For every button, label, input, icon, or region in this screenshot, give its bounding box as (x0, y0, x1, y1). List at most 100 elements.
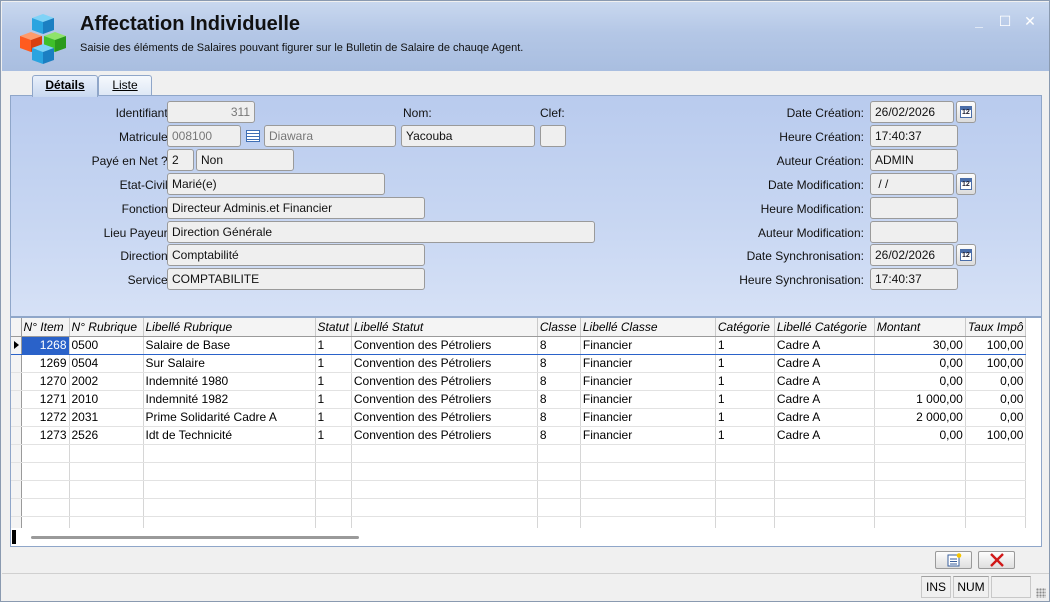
prenom-field[interactable]: Yacouba (401, 125, 535, 147)
cell-libelle-statut[interactable]: Convention des Pétroliers (351, 390, 538, 409)
empty-cell[interactable] (774, 498, 875, 517)
fonction-field[interactable]: Directeur Adminis.et Financier (167, 197, 425, 219)
empty-row[interactable] (11, 480, 1027, 499)
cell-categorie[interactable]: 1 (715, 426, 775, 445)
cell-rubrique[interactable]: 2010 (69, 390, 144, 409)
cell-taux[interactable]: 0,00 (965, 390, 1027, 409)
empty-cell[interactable] (874, 462, 966, 481)
cell-item[interactable]: 1270 (21, 372, 70, 391)
cell-libelle-classe[interactable]: Financier (580, 426, 716, 445)
cell-rubrique[interactable]: 0504 (69, 354, 144, 373)
empty-cell[interactable] (965, 462, 1027, 481)
maximize-button[interactable]: ☐ (996, 12, 1014, 30)
cell-classe[interactable]: 8 (537, 372, 581, 391)
empty-cell[interactable] (715, 444, 775, 463)
service-field[interactable]: COMPTABILITE (167, 268, 425, 290)
cell-item[interactable]: 1272 (21, 408, 70, 427)
empty-cell[interactable] (537, 462, 581, 481)
cell-libelle-statut[interactable]: Convention des Pétroliers (351, 335, 538, 355)
cell-categorie[interactable]: 1 (715, 335, 775, 355)
column-header-libelle-categorie[interactable]: Libellé Catégorie (774, 318, 875, 337)
empty-cell[interactable] (315, 480, 352, 499)
column-header-libelle-statut[interactable]: Libellé Statut (351, 318, 538, 337)
date-modification-calendar-button[interactable] (956, 173, 976, 195)
date-synchronisation-calendar-button[interactable] (956, 244, 976, 266)
empty-cell[interactable] (874, 498, 966, 517)
empty-cell[interactable] (69, 444, 144, 463)
cell-libelle-rubrique[interactable]: Indemnité 1980 (143, 372, 316, 391)
cell-montant[interactable]: 0,00 (874, 372, 966, 391)
cell-montant[interactable]: 30,00 (874, 335, 966, 355)
empty-cell[interactable] (537, 498, 581, 517)
cell-classe[interactable]: 8 (537, 390, 581, 409)
cell-libelle-categorie[interactable]: Cadre A (774, 335, 875, 355)
horizontal-scrollbar[interactable] (11, 528, 1041, 546)
row-indicator[interactable] (11, 335, 22, 355)
empty-cell[interactable] (965, 480, 1027, 499)
cell-libelle-rubrique[interactable]: Idt de Technicité (143, 426, 316, 445)
cell-libelle-classe[interactable]: Financier (580, 335, 716, 355)
empty-cell[interactable] (715, 480, 775, 499)
cell-libelle-classe[interactable]: Financier (580, 372, 716, 391)
cell-libelle-classe[interactable]: Financier (580, 390, 716, 409)
empty-cell[interactable] (143, 444, 316, 463)
column-header-libelle-classe[interactable]: Libellé Classe (580, 318, 716, 337)
cell-taux[interactable]: 100,00 (965, 335, 1027, 355)
empty-cell[interactable] (965, 498, 1027, 517)
cell-libelle-categorie[interactable]: Cadre A (774, 372, 875, 391)
cell-montant[interactable]: 0,00 (874, 354, 966, 373)
empty-row[interactable] (11, 462, 1027, 481)
empty-cell[interactable] (874, 480, 966, 499)
cell-statut[interactable]: 1 (315, 426, 352, 445)
date-creation-field[interactable]: 26/02/2026 (870, 101, 954, 123)
cell-categorie[interactable]: 1 (715, 372, 775, 391)
row-indicator[interactable] (11, 390, 22, 409)
cell-item[interactable]: 1271 (21, 390, 70, 409)
cell-libelle-statut[interactable]: Convention des Pétroliers (351, 408, 538, 427)
empty-cell[interactable] (143, 480, 316, 499)
paye-en-net-code-field[interactable]: 2 (167, 149, 194, 171)
cell-montant[interactable]: 2 000,00 (874, 408, 966, 427)
empty-cell[interactable] (965, 444, 1027, 463)
cell-item[interactable]: 1269 (21, 354, 70, 373)
column-header-classe[interactable]: Classe (537, 318, 581, 337)
cell-montant[interactable]: 1 000,00 (874, 390, 966, 409)
cell-classe[interactable]: 8 (537, 408, 581, 427)
empty-cell[interactable] (21, 480, 70, 499)
clef-field[interactable] (540, 125, 566, 147)
cell-rubrique[interactable]: 2526 (69, 426, 144, 445)
cell-statut[interactable]: 1 (315, 372, 352, 391)
auteur-modification-field[interactable] (870, 221, 958, 243)
cell-categorie[interactable]: 1 (715, 354, 775, 373)
cell-libelle-categorie[interactable]: Cadre A (774, 408, 875, 427)
cell-montant[interactable]: 0,00 (874, 426, 966, 445)
empty-cell[interactable] (21, 498, 70, 517)
new-record-button[interactable] (935, 551, 972, 569)
row-indicator[interactable] (11, 354, 22, 373)
cell-libelle-statut[interactable]: Convention des Pétroliers (351, 372, 538, 391)
column-header-taux[interactable]: Taux Impô (965, 318, 1027, 337)
cell-classe[interactable]: 8 (537, 354, 581, 373)
row-indicator[interactable] (11, 462, 22, 481)
cell-taux[interactable]: 0,00 (965, 372, 1027, 391)
cell-categorie[interactable]: 1 (715, 390, 775, 409)
table-row[interactable]: 1271 2010 Indemnité 1982 1 Convention des Pé… (11, 390, 1027, 409)
cell-libelle-statut[interactable]: Convention des Pétroliers (351, 426, 538, 445)
empty-cell[interactable] (315, 498, 352, 517)
cell-libelle-classe[interactable]: Financier (580, 408, 716, 427)
empty-cell[interactable] (715, 462, 775, 481)
table-row[interactable]: 1270 2002 Indemnité 1980 1 Convention des Pé… (11, 372, 1027, 391)
paye-en-net-field[interactable]: Non (196, 149, 294, 171)
tab-liste[interactable]: Liste (98, 75, 152, 96)
heure-modification-field[interactable] (870, 197, 958, 219)
cell-taux[interactable]: 0,00 (965, 408, 1027, 427)
cell-taux[interactable]: 100,00 (965, 354, 1027, 373)
cell-statut[interactable]: 1 (315, 408, 352, 427)
cell-libelle-categorie[interactable]: Cadre A (774, 390, 875, 409)
empty-cell[interactable] (774, 480, 875, 499)
empty-cell[interactable] (351, 498, 538, 517)
tab-details[interactable]: Détails (32, 75, 98, 97)
empty-cell[interactable] (537, 480, 581, 499)
table-row[interactable]: 1273 2526 Idt de Technicité 1 Convention des… (11, 426, 1027, 445)
close-button[interactable]: ✕ (1021, 12, 1039, 30)
